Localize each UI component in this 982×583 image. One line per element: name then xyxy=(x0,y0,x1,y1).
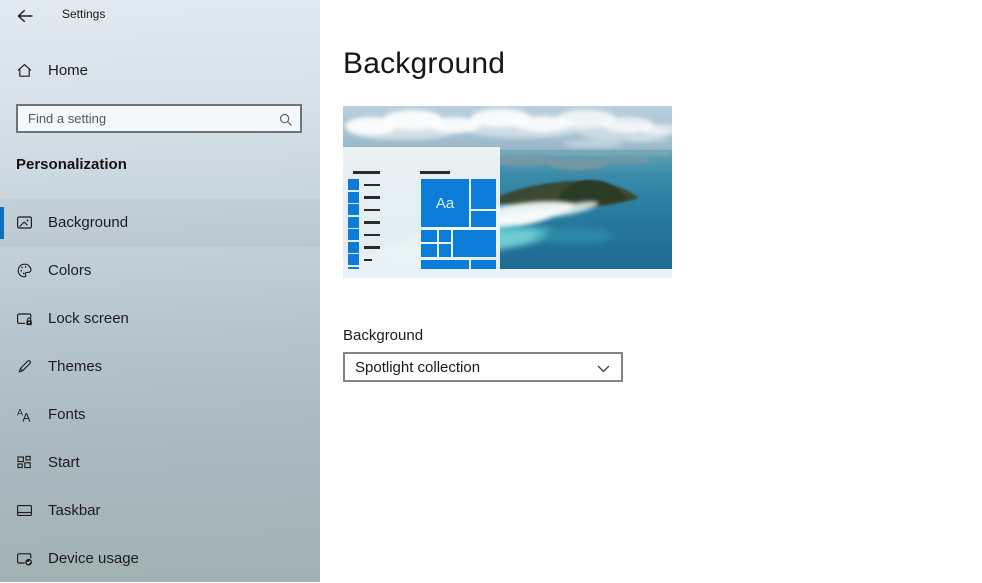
sidebar-item-label: Themes xyxy=(48,358,102,375)
preview-tile xyxy=(421,230,437,242)
sidebar-item-fonts[interactable]: A A Fonts xyxy=(0,391,320,439)
section-header-personalization: Personalization xyxy=(16,156,127,173)
search-box xyxy=(16,104,302,133)
device-check-icon xyxy=(16,550,33,567)
home-icon xyxy=(16,62,33,79)
picture-icon xyxy=(16,214,33,231)
preview-nav-square xyxy=(348,192,359,203)
app-title: Settings xyxy=(62,7,105,21)
start-tiles-icon xyxy=(16,454,33,471)
preview-tile xyxy=(421,244,437,257)
back-button[interactable] xyxy=(10,4,40,28)
sidebar-item-start[interactable]: Start xyxy=(0,439,320,487)
sidebar-item-taskbar[interactable]: Taskbar xyxy=(0,487,320,535)
sidebar-item-label: Fonts xyxy=(48,406,86,423)
preview-nav-square xyxy=(348,217,359,228)
sidebar-item-label: Background xyxy=(48,214,128,231)
preview-tile xyxy=(471,211,496,227)
sidebar-item-label: Device usage xyxy=(48,550,139,567)
preview-nav-line xyxy=(364,246,380,249)
palette-icon xyxy=(16,262,33,279)
preview-tile-aa: Aa xyxy=(421,179,469,227)
preview-start-panel: Aa xyxy=(343,147,500,269)
preview-tile xyxy=(471,260,496,269)
sidebar-item-label: Start xyxy=(48,454,80,471)
chevron-down-icon xyxy=(597,365,610,373)
svg-text:A: A xyxy=(22,410,30,423)
preview-tile xyxy=(439,244,451,257)
settings-content-pane: Background xyxy=(320,0,982,582)
search-icon[interactable] xyxy=(278,112,294,128)
preview-nav-line xyxy=(364,184,380,187)
preview-tile xyxy=(439,230,451,242)
background-type-dropdown[interactable]: Spotlight collection xyxy=(343,352,623,382)
sidebar-item-lock-screen[interactable]: Lock screen xyxy=(0,295,320,343)
background-field-label: Background xyxy=(343,327,423,344)
preview-nav-line xyxy=(364,196,380,199)
sidebar-item-device-usage[interactable]: Device usage xyxy=(0,535,320,583)
sidebar-item-label: Home xyxy=(48,62,88,79)
preview-nav-title-dash xyxy=(353,171,380,174)
preview-nav-square xyxy=(348,179,359,190)
sidebar-item-label: Taskbar xyxy=(48,502,101,519)
preview-nav-square xyxy=(348,242,359,253)
taskbar-icon xyxy=(16,502,33,519)
preview-tile xyxy=(421,260,469,269)
preview-tile xyxy=(471,179,496,209)
selected-accent-bar xyxy=(0,207,4,239)
sidebar-item-label: Lock screen xyxy=(48,310,129,327)
preview-nav-square xyxy=(348,229,359,240)
preview-nav-square xyxy=(348,254,359,265)
sidebar-item-background[interactable]: Background xyxy=(0,199,320,247)
preview-nav-line xyxy=(364,209,380,212)
preview-tiles-title-dash xyxy=(420,171,450,174)
pen-icon xyxy=(16,358,33,375)
search-input[interactable] xyxy=(18,106,300,131)
preview-nav-line xyxy=(364,234,380,237)
preview-nav-line xyxy=(364,259,372,262)
sidebar-item-colors[interactable]: Colors xyxy=(0,247,320,295)
background-preview-image: Aa xyxy=(343,106,672,269)
settings-sidebar: Settings Home Personalization Background xyxy=(0,0,320,582)
dropdown-selected-value: Spotlight collection xyxy=(355,359,480,376)
preview-nav-line xyxy=(364,221,380,224)
back-arrow-icon xyxy=(16,8,34,24)
preview-tile xyxy=(453,230,496,257)
fonts-icon: A A xyxy=(16,406,33,423)
sidebar-item-home[interactable]: Home xyxy=(0,53,320,89)
preview-tile-aa-text: Aa xyxy=(436,195,454,212)
preview-nav-square xyxy=(348,204,359,215)
preview-bottom-strip xyxy=(343,269,672,278)
sidebar-item-themes[interactable]: Themes xyxy=(0,343,320,391)
sidebar-item-label: Colors xyxy=(48,262,91,279)
page-title: Background xyxy=(343,47,505,81)
lock-screen-icon xyxy=(16,310,33,327)
